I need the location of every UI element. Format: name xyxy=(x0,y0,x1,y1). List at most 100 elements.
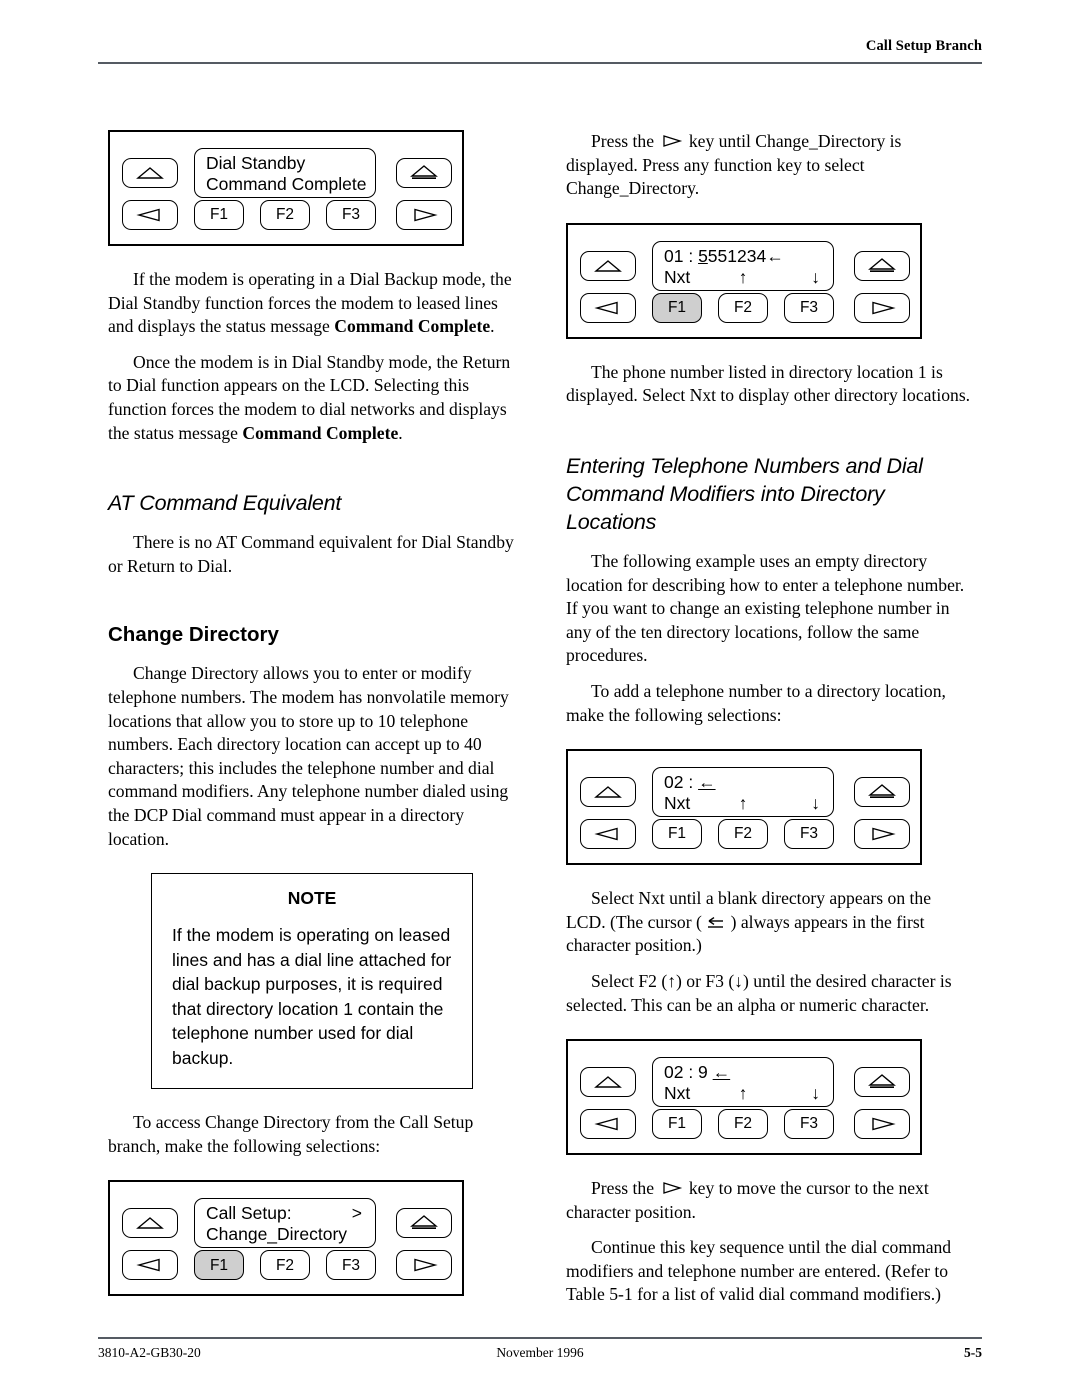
footer-page-number: 5-5 xyxy=(964,1345,982,1360)
footer-rule xyxy=(98,1337,982,1339)
f3-key[interactable]: F3 xyxy=(326,1250,376,1281)
f2-key[interactable]: F2 xyxy=(718,819,768,850)
lcd-line-2: Nxt ↑ ↓ xyxy=(653,793,833,814)
lcd-location-prefix: 02 : 9 xyxy=(664,1062,713,1083)
note-body: If the modem is operating on leased line… xyxy=(172,925,452,1068)
top-home-key[interactable] xyxy=(396,1208,452,1239)
f1-key[interactable]: F1 xyxy=(652,1109,702,1140)
scroll-right-key[interactable] xyxy=(396,200,452,230)
lcd-location-prefix: 01 : xyxy=(664,245,699,266)
directory-01-panel: 01 : 5551234← Nxt ↑ ↓ F1 F2 F3 xyxy=(566,222,922,339)
scroll-left-key[interactable] xyxy=(580,292,636,323)
lcd-number-rest: 551234 xyxy=(707,245,767,266)
lcd-line-1: 02 : ← xyxy=(653,772,833,793)
paragraph-change-directory-desc: Change Directory allows you to enter or … xyxy=(108,663,509,849)
scroll-left-key[interactable] xyxy=(122,200,178,230)
lcd-cursor-char: 5 xyxy=(698,245,708,266)
lcd-down-arrow: ↓ xyxy=(811,1083,820,1104)
paragraph-access-change-directory: To access Change Directory from the Call… xyxy=(108,1112,474,1156)
lcd-line-1: 01 : 5551234← xyxy=(653,246,833,267)
f3-key[interactable]: F3 xyxy=(784,819,834,850)
lcd-up-arrow: ↑ xyxy=(738,793,748,814)
f2-key[interactable]: F2 xyxy=(718,292,768,323)
lcd-display: Dial Standby Command Complete xyxy=(194,148,376,198)
scroll-up-key[interactable] xyxy=(580,250,636,281)
call-setup-panel: Call Setup: > Change_Directory F1 F2 F3 xyxy=(108,1180,464,1297)
scroll-up-key[interactable] xyxy=(580,777,636,808)
paragraph-press-key-move-cursor: Press the key to move the cursor to the … xyxy=(566,1177,974,1224)
right-arrow-key-icon xyxy=(658,134,684,148)
note-title: NOTE xyxy=(287,888,337,909)
paragraph-no-at-command: There is no AT Command equivalent for Di… xyxy=(108,532,514,576)
scroll-left-key[interactable] xyxy=(580,1109,636,1140)
f1-key[interactable]: F1 xyxy=(194,200,244,230)
header-rule xyxy=(98,62,982,64)
left-column: Dial Standby Command Complete F1 F2 F3 I… xyxy=(108,130,516,1297)
f1-key[interactable]: F1 xyxy=(194,1250,244,1281)
heading-change-directory: Change Directory xyxy=(108,623,279,647)
lcd-display: 01 : 5551234← Nxt ↑ ↓ xyxy=(652,240,834,291)
top-home-key[interactable] xyxy=(396,158,452,188)
lcd-line-1: Dial Standby xyxy=(206,153,306,173)
f2-key[interactable]: F2 xyxy=(260,200,310,230)
lcd-more-indicator: > xyxy=(351,1203,362,1224)
paragraph-to-add-number: To add a telephone number to a directory… xyxy=(566,680,946,725)
lcd-down-arrow: ↓ xyxy=(811,266,820,287)
scroll-right-key[interactable] xyxy=(854,292,910,323)
paragraph-dial-backup: If the modem is operating in a Dial Back… xyxy=(108,268,516,339)
bold-command-complete: Command Complete xyxy=(242,422,399,443)
top-home-key[interactable] xyxy=(854,777,910,808)
dial-standby-panel: Dial Standby Command Complete F1 F2 F3 xyxy=(108,130,464,246)
lcd-up-arrow: ↑ xyxy=(738,1083,748,1104)
bold-command-complete: Command Complete xyxy=(334,316,491,337)
scroll-right-key[interactable] xyxy=(396,1250,452,1281)
lcd-nxt-label: Nxt xyxy=(664,266,691,287)
paragraph-phone-number-listed: The phone number listed in directory loc… xyxy=(566,361,971,406)
f1-key[interactable]: F1 xyxy=(652,292,702,323)
lcd-display: 02 : 9 ← Nxt ↑ ↓ xyxy=(652,1057,834,1108)
lcd-up-arrow: ↑ xyxy=(738,266,748,287)
lcd-line-2: Command Complete xyxy=(206,174,367,194)
heading-entering-telephone-numbers: Entering Telephone Numbers and Dial Comm… xyxy=(566,453,923,534)
scroll-up-key[interactable] xyxy=(122,1208,178,1239)
scroll-left-key[interactable] xyxy=(122,1250,178,1281)
paragraph-press-right-key: Press the key until Change_Directory is … xyxy=(566,130,974,201)
lcd-line-2: Nxt ↑ ↓ xyxy=(653,267,833,288)
scroll-up-key[interactable] xyxy=(122,158,178,188)
directory-02-nine-panel: 02 : 9 ← Nxt ↑ ↓ F1 F2 F3 xyxy=(566,1039,922,1156)
top-home-key[interactable] xyxy=(854,250,910,281)
lcd-down-arrow: ↓ xyxy=(811,793,820,814)
f3-key[interactable]: F3 xyxy=(784,1109,834,1140)
scroll-right-key[interactable] xyxy=(854,819,910,850)
f3-key[interactable]: F3 xyxy=(784,292,834,323)
paragraph-following-example: The following example uses an empty dire… xyxy=(566,550,965,666)
lcd-nxt-label: Nxt xyxy=(664,1083,691,1104)
para-text-end: . xyxy=(398,422,403,443)
directory-02-blank-panel: 02 : ← Nxt ↑ ↓ F1 F2 F3 xyxy=(566,749,922,866)
paragraph-select-nxt: Select Nxt until a blank directory appea… xyxy=(566,887,974,958)
lcd-line-2: Change_Directory xyxy=(206,1224,348,1245)
cursor-icon xyxy=(706,916,726,930)
paragraph-continue-sequence: Continue this key sequence until the dia… xyxy=(566,1237,952,1305)
scroll-up-key[interactable] xyxy=(580,1067,636,1098)
running-head: Call Setup Branch xyxy=(865,38,982,54)
lcd-line-1-text: Call Setup: xyxy=(206,1203,292,1224)
lcd-nxt-label: Nxt xyxy=(664,793,691,814)
scroll-left-key[interactable] xyxy=(580,819,636,850)
scroll-right-key[interactable] xyxy=(854,1109,910,1140)
top-home-key[interactable] xyxy=(854,1067,910,1098)
f2-key[interactable]: F2 xyxy=(260,1250,310,1281)
para-text-end: . xyxy=(490,316,495,337)
right-arrow-key-icon xyxy=(658,1181,684,1195)
lcd-left-arrow: ← xyxy=(766,245,784,266)
f1-key[interactable]: F1 xyxy=(652,819,702,850)
f2-key[interactable]: F2 xyxy=(718,1109,768,1140)
f3-key[interactable]: F3 xyxy=(326,200,376,230)
paragraph-return-to-dial: Once the modem is in Dial Standby mode, … xyxy=(108,351,516,445)
note-box: NOTE If the modem is operating on leased… xyxy=(151,873,473,1090)
lcd-line-2: Nxt ↑ ↓ xyxy=(653,1083,833,1104)
lcd-location-prefix: 02 : xyxy=(664,772,699,793)
paragraph-select-f2-f3: Select F2 (↑) or F3 (↓) until the desire… xyxy=(566,970,952,1015)
para-text-a: Press the xyxy=(591,1178,659,1199)
lcd-cursor-arrow: ← xyxy=(698,772,716,793)
